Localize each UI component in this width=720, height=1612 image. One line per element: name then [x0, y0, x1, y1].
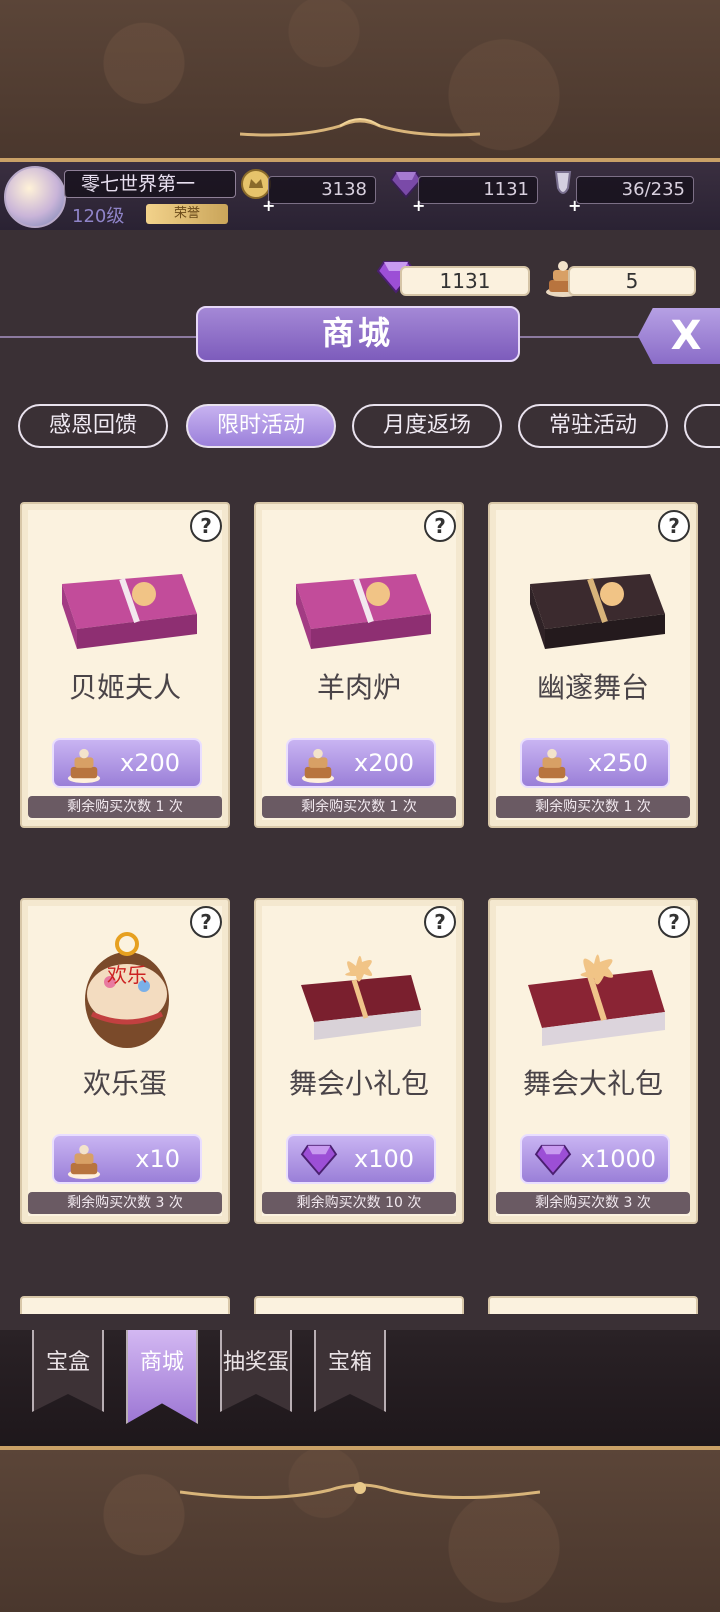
buy-button[interactable]: x1000: [520, 1134, 670, 1184]
price-label: x1000: [580, 1145, 656, 1173]
cake-icon: [67, 1144, 101, 1179]
add-stamina-icon[interactable]: +: [568, 196, 581, 215]
remaining-purchases: 剩余购买次数 3 次: [496, 1192, 690, 1214]
help-icon[interactable]: ?: [424, 906, 456, 938]
remaining-purchases: 剩余购买次数 1 次: [28, 796, 222, 818]
tab-permanent[interactable]: 常驻活动: [518, 404, 668, 448]
remaining-purchases: 剩余购买次数 1 次: [262, 796, 456, 818]
price-label: x100: [353, 1145, 414, 1173]
shop-item-card[interactable]: ? 贝姬夫人 x200 剩余购买次数 1 次: [20, 502, 230, 828]
item-name: 舞会大礼包: [522, 1067, 663, 1100]
item-name: 幽邃舞台: [536, 671, 649, 704]
shop-item-card[interactable]: ? 羊肉炉 x200 剩余购买次数 1 次: [254, 502, 464, 828]
small-ball-giftbox-icon: [301, 955, 421, 1040]
player-badge: 荣誉: [146, 204, 228, 224]
price-label: x200: [119, 749, 180, 777]
buy-button[interactable]: x10: [52, 1134, 202, 1184]
nav-tab-shop[interactable]: 商城: [126, 1330, 198, 1424]
gem-counter: 1131: [418, 176, 538, 204]
buy-button[interactable]: x200: [52, 738, 202, 788]
item-name: 羊肉炉: [316, 671, 401, 704]
avatar[interactable]: [4, 166, 66, 228]
item-name: 舞会小礼包: [288, 1067, 429, 1100]
add-gem-icon[interactable]: +: [412, 196, 425, 215]
dark-giftbox-icon: [530, 574, 665, 649]
shop-item-card-partial[interactable]: [20, 1296, 230, 1314]
player-name: 零七世界第一: [64, 170, 236, 198]
tab-limited[interactable]: 限时活动: [186, 404, 336, 448]
egg-text: 欢乐: [107, 963, 147, 987]
player-status-bar: 零七世界第一 120级 荣誉 3138 + 1131 + 36/235 +: [0, 162, 720, 230]
price-label: x10: [135, 1145, 180, 1173]
price-label: x250: [587, 749, 648, 777]
tab-monthly[interactable]: 月度返场: [352, 404, 502, 448]
pink-giftbox-icon: [296, 574, 431, 649]
item-name: 贝姬夫人: [68, 671, 181, 704]
large-ball-giftbox-icon: [528, 954, 665, 1046]
help-icon[interactable]: ?: [658, 906, 690, 938]
shop-item-card[interactable]: ? 舞会小礼包 x100 剩余购买次数 10 次: [254, 898, 464, 1224]
shop-item-card[interactable]: ? 舞会大礼包 x1000 剩余购买次数 3 次: [488, 898, 698, 1224]
buy-button[interactable]: x200: [286, 738, 436, 788]
bottom-nav: 宝盒 商城 抽奖蛋 宝箱: [0, 1330, 720, 1446]
gem-icon: [534, 1144, 572, 1176]
tab-gratitude[interactable]: 感恩回馈: [18, 404, 168, 448]
flourish-icon: [240, 118, 480, 137]
cake-icon: [301, 748, 335, 783]
shop-item-card-partial[interactable]: [254, 1296, 464, 1314]
shop-item-card[interactable]: ? 幽邃舞台 x250 剩余购买次数 1 次: [488, 502, 698, 828]
top-decor-panel: [0, 0, 720, 162]
buy-button[interactable]: x100: [286, 1134, 436, 1184]
nav-tab-lottery-egg[interactable]: 抽奖蛋: [220, 1330, 292, 1412]
remaining-purchases: 剩余购买次数 10 次: [262, 1192, 456, 1214]
help-icon[interactable]: ?: [190, 510, 222, 542]
easter-egg-icon: 欢乐: [85, 932, 169, 1048]
shop-item-card[interactable]: ? 欢乐 欢乐蛋 x10 剩余购买次数 3 次: [20, 898, 230, 1224]
remaining-purchases: 剩余购买次数 3 次: [28, 1192, 222, 1214]
gem-balance: 1131: [400, 266, 530, 296]
player-level: 120级: [72, 206, 125, 227]
shop-item-card-partial[interactable]: [488, 1296, 698, 1314]
add-gold-icon[interactable]: +: [262, 196, 275, 215]
pink-giftbox-icon: [62, 574, 197, 649]
item-name: 欢乐蛋: [82, 1067, 167, 1100]
nav-tab-chest[interactable]: 宝箱: [314, 1330, 386, 1412]
flourish-icon: [180, 1482, 540, 1500]
bottom-decor-panel: [0, 1446, 720, 1612]
cake-icon: [67, 748, 101, 783]
gold-counter: 3138: [268, 176, 376, 204]
help-icon[interactable]: ?: [658, 510, 690, 542]
price-label: x200: [353, 749, 414, 777]
tab-more[interactable]: [684, 404, 720, 448]
close-button[interactable]: X: [638, 308, 720, 364]
gem-icon: [300, 1144, 338, 1176]
help-icon[interactable]: ?: [424, 510, 456, 542]
cake-icon: [535, 748, 569, 783]
buy-button[interactable]: x250: [520, 738, 670, 788]
stamina-counter: 36/235: [576, 176, 694, 204]
page-title: 商城: [196, 306, 520, 362]
cake-balance: 5: [568, 266, 696, 296]
remaining-purchases: 剩余购买次数 1 次: [496, 796, 690, 818]
nav-tab-treasure-box[interactable]: 宝盒: [32, 1330, 104, 1412]
